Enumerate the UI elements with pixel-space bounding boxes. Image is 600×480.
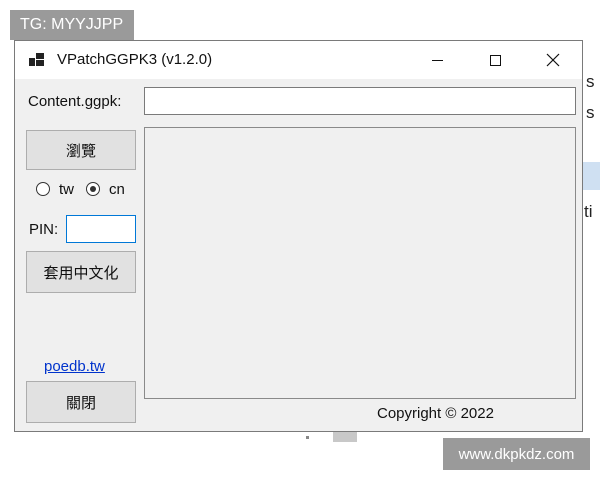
- radio-cn-label[interactable]: cn: [109, 181, 125, 198]
- browse-button-label: 瀏覽: [65, 142, 96, 160]
- maximize-icon: [489, 54, 501, 66]
- close-button[interactable]: 關閉: [26, 381, 136, 423]
- background-text: s: [586, 72, 595, 91]
- close-button-label: 關閉: [65, 394, 96, 412]
- poedb-link[interactable]: poedb.tw: [44, 358, 105, 375]
- background-scroll-element: [333, 432, 357, 442]
- radio-cn[interactable]: [86, 182, 100, 196]
- minimize-icon: [431, 59, 443, 61]
- apply-chinese-button[interactable]: 套用中文化: [26, 251, 136, 293]
- background-selection-highlight: [583, 162, 600, 190]
- minimize-button[interactable]: [408, 41, 466, 79]
- title-bar[interactable]: VPatchGGPK3 (v1.2.0): [15, 41, 582, 79]
- log-output-area[interactable]: [144, 127, 576, 399]
- close-icon: [546, 53, 560, 67]
- telegram-tag-overlay: TG: MYYJJPP: [10, 10, 134, 40]
- copyright-text: Copyright © 2022: [377, 405, 494, 422]
- background-text: ti: [584, 202, 593, 221]
- ggpk-path-label: Content.ggpk:: [28, 93, 122, 110]
- radio-tw[interactable]: [36, 182, 50, 196]
- window-title: VPatchGGPK3 (v1.2.0): [57, 51, 213, 68]
- pin-input[interactable]: [66, 215, 136, 243]
- ggpk-path-input[interactable]: [144, 87, 576, 115]
- browse-button[interactable]: 瀏覽: [26, 130, 136, 170]
- radio-tw-label[interactable]: tw: [59, 181, 74, 198]
- app-icon: [29, 53, 45, 67]
- site-watermark: www.dkpkdz.com: [443, 438, 590, 470]
- close-window-button[interactable]: [524, 41, 582, 79]
- maximize-button[interactable]: [466, 41, 524, 79]
- background-dot: [306, 436, 309, 439]
- apply-chinese-button-label: 套用中文化: [43, 264, 119, 282]
- app-window: VPatchGGPK3 (v1.2.0) Content.ggpk: 瀏覽 tw…: [14, 40, 583, 432]
- pin-label: PIN:: [29, 221, 59, 238]
- background-text: s: [586, 103, 595, 122]
